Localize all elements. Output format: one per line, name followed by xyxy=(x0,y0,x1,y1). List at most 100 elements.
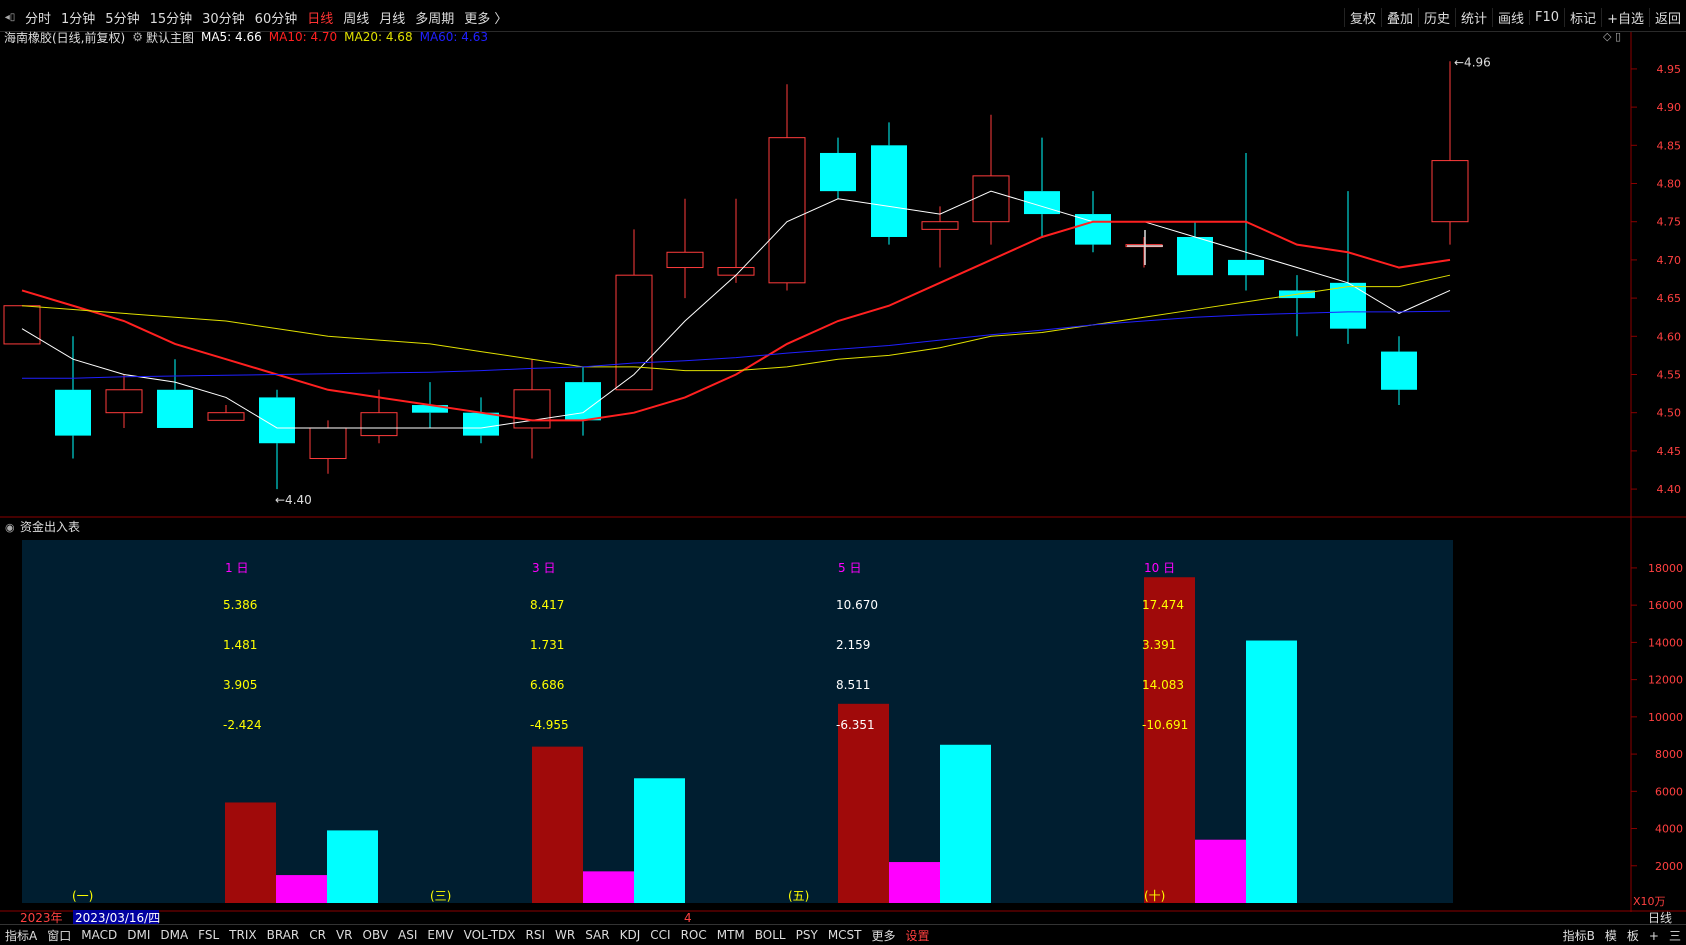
indicator-tab[interactable]: SAR xyxy=(580,928,614,942)
fund-value: -4.955 xyxy=(530,718,569,732)
panel-controls[interactable]: ◇ ▯ xyxy=(1603,30,1621,43)
fund-value: 8.511 xyxy=(836,678,870,692)
template-tab[interactable]: 板 xyxy=(1622,927,1644,944)
sub-y-tick-label: 6000 xyxy=(1655,785,1683,798)
indicator-tab[interactable]: ROC xyxy=(676,928,712,942)
ma10-label: MA10: 4.70 xyxy=(268,30,338,44)
candle-body xyxy=(105,389,143,414)
period-header: 5 日 xyxy=(838,561,861,575)
timeline-selected-date: 2023/03/16/四 xyxy=(75,911,160,925)
y-tick-label: 4.80 xyxy=(1657,178,1682,191)
sub-y-tick-label: 18000 xyxy=(1648,562,1683,575)
y-tick-label: 4.60 xyxy=(1657,330,1682,343)
indicator-tab[interactable]: MACD xyxy=(76,928,122,942)
indicator-tab[interactable]: OBV xyxy=(358,928,394,942)
fund-bar xyxy=(583,871,634,903)
group-label: (一) xyxy=(72,889,93,903)
indicator-b-tab[interactable]: 指标B xyxy=(1558,927,1600,944)
candle-body xyxy=(1228,259,1264,276)
indicator-tab[interactable]: MCST xyxy=(823,928,867,942)
sub-y-tick-label: 2000 xyxy=(1655,860,1683,873)
candle-up xyxy=(666,198,704,299)
indicator-tab[interactable]: FSL xyxy=(193,928,224,942)
fund-bar xyxy=(225,802,276,903)
indicator-tab[interactable]: RSI xyxy=(521,928,551,942)
candle-up xyxy=(972,114,1010,245)
fund-value: 1.481 xyxy=(223,638,257,652)
candle-up xyxy=(1431,61,1469,245)
indicator-tab[interactable]: WR xyxy=(550,928,580,942)
bottom-right-controls: 指标B 模 板 + 三 xyxy=(1558,925,1686,945)
y-tick-label: 4.65 xyxy=(1657,292,1682,305)
candle-down xyxy=(463,397,499,444)
settings-icon[interactable]: ⚙ xyxy=(132,30,143,44)
candle-down xyxy=(157,359,193,428)
indicator-settings[interactable]: 设置 xyxy=(901,927,935,944)
fund-value: 6.686 xyxy=(530,678,564,692)
fund-value: 14.083 xyxy=(1142,678,1184,692)
candle-body xyxy=(360,412,398,437)
indicator-tab[interactable]: DMA xyxy=(155,928,193,942)
candle-body xyxy=(55,389,91,436)
indicator-tab[interactable]: CCI xyxy=(645,928,675,942)
y-tick-label: 4.75 xyxy=(1657,216,1682,229)
indicator-tab[interactable]: BOLL xyxy=(750,928,791,942)
indicator-tab[interactable]: 窗口 xyxy=(42,927,76,944)
indicator-more[interactable]: 更多 xyxy=(867,927,901,944)
fund-value: 10.670 xyxy=(836,598,878,612)
group-label: (五) xyxy=(788,889,809,903)
fund-value: 2.159 xyxy=(836,638,870,652)
indicator-tab[interactable]: ASI xyxy=(393,928,422,942)
timeline-year: 2023年 xyxy=(20,911,63,925)
kline-chart[interactable]: 4.40 4.45 4.50 4.55 4.60 4.65 4.70 4.75 4.80 4.85… xyxy=(0,0,1686,945)
indicator-tab[interactable]: 指标A xyxy=(0,927,42,944)
indicator-tab[interactable]: CR xyxy=(304,928,331,942)
fund-bar xyxy=(940,744,991,903)
candle-up xyxy=(717,198,755,283)
indicator-tab[interactable]: BRAR xyxy=(262,928,305,942)
fund-value: -10.691 xyxy=(1142,718,1188,732)
candle-up xyxy=(513,359,551,459)
unit-label: X10万 xyxy=(1633,895,1666,908)
candle-down xyxy=(1024,137,1060,237)
fund-bar xyxy=(532,746,583,903)
indicator-tab[interactable]: TRIX xyxy=(224,928,261,942)
fund-value: -6.351 xyxy=(836,718,875,732)
candle-body xyxy=(717,267,755,276)
y-tick-label: 4.90 xyxy=(1657,101,1682,114)
y-tick-label: 4.85 xyxy=(1657,139,1682,152)
indicator-tab[interactable]: DMI xyxy=(122,928,155,942)
diamond-icon[interactable]: ◇ xyxy=(1603,30,1611,43)
menu-button[interactable]: 三 xyxy=(1664,927,1686,944)
candle-body xyxy=(157,389,193,428)
indicator-tab[interactable]: MTM xyxy=(712,928,750,942)
add-window-button[interactable]: + xyxy=(1644,929,1664,943)
template-tab[interactable]: 模 xyxy=(1600,927,1622,944)
candle-body xyxy=(1177,236,1213,276)
sub-y-tick-label: 14000 xyxy=(1648,636,1683,649)
stock-title: 海南橡胶(日线,前复权) xyxy=(4,30,126,45)
period-header: 1 日 xyxy=(225,561,248,575)
main-chart-label[interactable]: 默认主图 xyxy=(146,29,194,46)
y-tick-label: 4.45 xyxy=(1657,445,1682,458)
indicator-tab[interactable]: VOL-TDX xyxy=(459,928,521,942)
indicator-tab[interactable]: KDJ xyxy=(615,928,646,942)
fund-bar xyxy=(1144,577,1195,903)
y-tick-label: 4.40 xyxy=(1657,483,1682,496)
window-icon[interactable]: ▯ xyxy=(1615,30,1621,43)
y-tick-label: 4.50 xyxy=(1657,407,1682,420)
ma-line-ma20 xyxy=(21,274,1451,372)
candle-up xyxy=(615,229,653,391)
fund-value: 17.474 xyxy=(1142,598,1184,612)
sub-y-tick-label: 8000 xyxy=(1655,748,1683,761)
indicator-header: 海南橡胶(日线,前复权) ⚙ 默认主图 MA5: 4.66 MA10: 4.70… xyxy=(4,28,495,46)
candle-body xyxy=(921,221,959,230)
candle-up xyxy=(105,374,143,428)
fund-bar xyxy=(1195,839,1246,903)
indicator-tab[interactable]: PSY xyxy=(791,928,823,942)
candle-body xyxy=(1431,160,1469,223)
sub-panel-title: 资金出入表 xyxy=(20,519,80,534)
candle-down xyxy=(820,137,856,199)
indicator-tab[interactable]: EMV xyxy=(422,928,458,942)
indicator-tab[interactable]: VR xyxy=(331,928,358,942)
